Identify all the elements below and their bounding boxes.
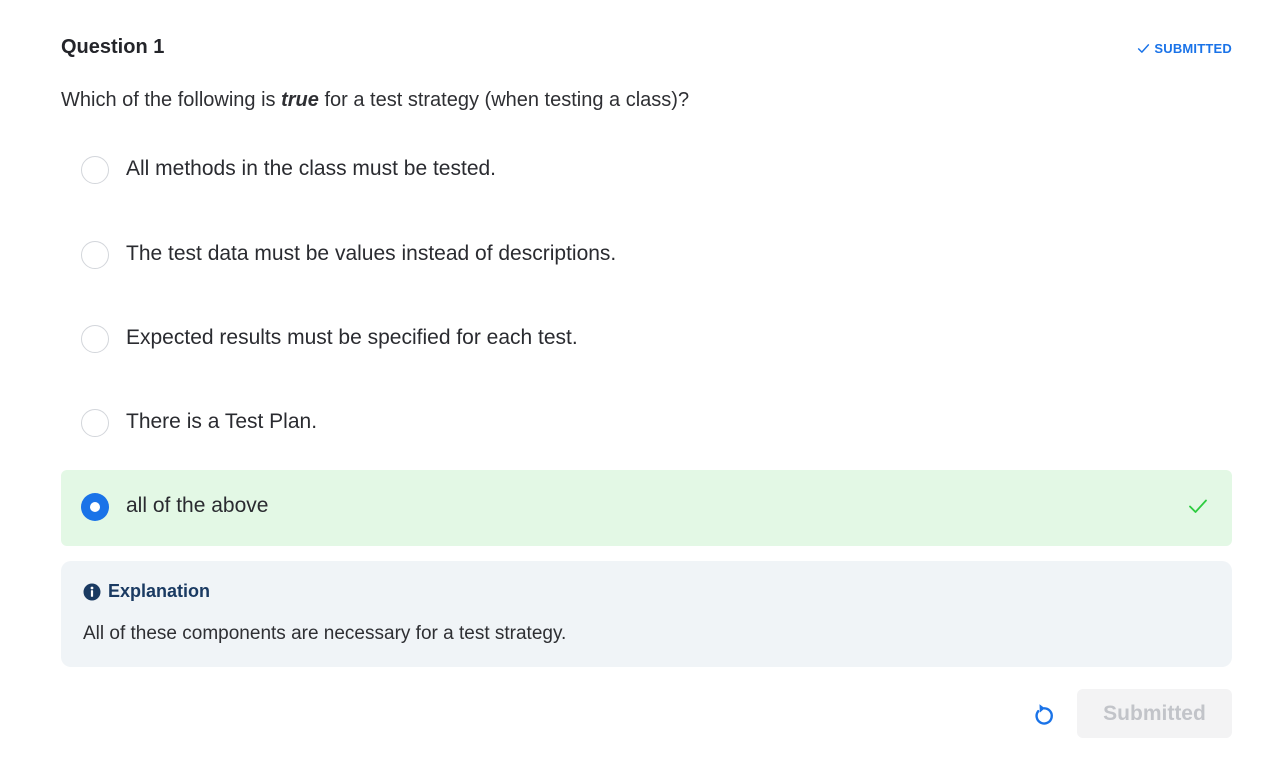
submitted-status: SUBMITTED: [1137, 41, 1232, 56]
prompt-text-end: for a test strategy (when testing a clas…: [318, 89, 690, 111]
correct-check-icon: [1189, 499, 1207, 513]
option-label: All methods in the class must be tested.: [126, 157, 497, 180]
option-label: The test data must be values instead of …: [126, 242, 617, 265]
explanation-title: Explanation: [108, 581, 211, 601]
option-label: all of the above: [126, 494, 269, 517]
radio-button[interactable]: [81, 156, 109, 184]
radio-button[interactable]: [81, 409, 109, 437]
radio-button[interactable]: [81, 241, 109, 269]
explanation-header: Explanation: [83, 581, 210, 602]
reset-icon: [1035, 704, 1053, 725]
option-label: There is a Test Plan.: [126, 410, 318, 433]
explanation-panel: Explanation All of these components are …: [61, 561, 1232, 667]
answer-option[interactable]: There is a Test Plan.: [61, 386, 1232, 462]
check-icon: [1138, 44, 1150, 53]
status-label: SUBMITTED: [1154, 41, 1232, 56]
question-prompt: Which of the following is true for a tes…: [61, 89, 689, 112]
radio-button[interactable]: [81, 325, 109, 353]
prompt-text-start: Which of the following is: [61, 89, 282, 111]
submitted-button[interactable]: Submitted: [1077, 689, 1232, 738]
prompt-emphasis: true: [281, 89, 319, 111]
answer-option[interactable]: All methods in the class must be tested.: [61, 133, 1232, 209]
question-title: Question 1: [61, 36, 165, 58]
option-label: Expected results must be specified for e…: [126, 326, 578, 349]
answer-option[interactable]: The test data must be values instead of …: [61, 218, 1232, 294]
reset-button[interactable]: [1027, 699, 1059, 731]
info-icon: [83, 583, 101, 600]
answer-option-selected[interactable]: all of the above: [61, 470, 1232, 546]
question-header: Question 1 SUBMITTED: [61, 36, 1232, 66]
radio-button-selected[interactable]: [81, 493, 109, 521]
explanation-text: All of these components are necessary fo…: [83, 623, 567, 644]
answer-option[interactable]: Expected results must be specified for e…: [61, 302, 1232, 378]
